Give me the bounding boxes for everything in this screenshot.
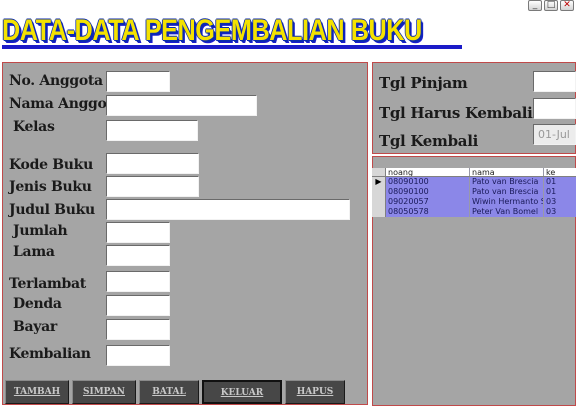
kode-buku-field[interactable] xyxy=(106,153,199,174)
grid-cell[interactable]: Wiwin Hermanto S xyxy=(470,197,544,207)
grid-header-ke[interactable]: ke xyxy=(544,168,576,176)
jumlah-field[interactable] xyxy=(106,222,170,243)
bayar-label: Bayar xyxy=(13,319,57,335)
kelas-field[interactable] xyxy=(106,120,198,141)
kelas-label: Kelas xyxy=(13,119,55,135)
grid-row[interactable]: 09020057 Wiwin Hermanto S 03 xyxy=(372,197,576,207)
jenis-buku-field[interactable] xyxy=(106,176,199,197)
grid-cell[interactable]: Pato van Brescia xyxy=(470,177,544,187)
row-selector[interactable] xyxy=(372,207,386,217)
grid-header-nama[interactable]: nama xyxy=(470,168,544,176)
grid-cell[interactable]: 01 xyxy=(544,187,576,197)
maximize-button[interactable]: □ xyxy=(544,0,558,11)
grid-row[interactable]: ▶ 08090100 Pato van Brescia 01 xyxy=(372,177,576,187)
grid-cell[interactable]: 08050578 xyxy=(386,207,470,217)
kembalian-label: Kembalian xyxy=(9,346,91,362)
terlambat-field[interactable] xyxy=(106,271,170,292)
tgl-pinjam-field[interactable] xyxy=(533,71,576,92)
grid-header-noang[interactable]: noang xyxy=(386,168,470,176)
grid-cell[interactable]: Pato van Brescia xyxy=(470,187,544,197)
jumlah-label: Jumlah xyxy=(13,223,68,239)
tgl-pinjam-label: Tgl Pinjam xyxy=(379,74,468,92)
close-button[interactable]: ✕ xyxy=(560,0,574,11)
grid-cell[interactable]: 08090100 xyxy=(386,177,470,187)
no-anggota-field[interactable] xyxy=(106,71,170,92)
grid-header-row: noang nama ke xyxy=(372,168,576,177)
nama-anggota-label: Nama Anggota xyxy=(9,96,122,112)
tgl-kembali-label: Tgl Kembali xyxy=(379,132,478,150)
denda-field[interactable] xyxy=(106,295,170,316)
grid-cell[interactable]: Peter Van Bomel xyxy=(470,207,544,217)
title-underline xyxy=(2,45,462,49)
grid-corner xyxy=(372,168,386,176)
row-selector[interactable] xyxy=(372,197,386,207)
judul-buku-field[interactable] xyxy=(106,199,350,220)
tambah-button[interactable]: TAMBAH xyxy=(5,380,69,404)
keluar-button[interactable]: KELUAR xyxy=(202,380,282,404)
page-title: DATA-DATA PENGEMBALIAN BUKU xyxy=(2,14,422,47)
grid-row[interactable]: 08090100 Pato van Brescia 01 xyxy=(372,187,576,197)
batal-button[interactable]: BATAL xyxy=(139,380,199,404)
grid-cell[interactable]: 01 xyxy=(544,177,576,187)
nama-anggota-field[interactable] xyxy=(106,95,257,116)
denda-label: Denda xyxy=(13,296,62,312)
tgl-kembali-field[interactable]: 01-Jul xyxy=(533,124,576,145)
judul-buku-label: Judul Buku xyxy=(9,202,95,218)
grid-cell[interactable]: 08090100 xyxy=(386,187,470,197)
simpan-button[interactable]: SIMPAN xyxy=(72,380,136,404)
lama-label: Lama xyxy=(13,244,55,260)
current-row-arrow-icon: ▶ xyxy=(372,177,386,187)
jenis-buku-label: Jenis Buku xyxy=(9,179,92,195)
no-anggota-label: No. Anggota xyxy=(9,73,103,89)
tgl-harus-kembali-field[interactable] xyxy=(533,98,576,119)
loan-data-grid[interactable]: noang nama ke ▶ 08090100 Pato van Bresci… xyxy=(372,168,576,220)
grid-cell[interactable]: 03 xyxy=(544,197,576,207)
grid-cell[interactable]: 09020057 xyxy=(386,197,470,207)
hapus-button[interactable]: HAPUS xyxy=(285,380,345,404)
bayar-field[interactable] xyxy=(106,319,170,340)
row-selector[interactable] xyxy=(372,187,386,197)
tgl-harus-kembali-label: Tgl Harus Kembali xyxy=(379,104,533,122)
kembalian-field[interactable] xyxy=(106,345,170,366)
grid-row[interactable]: 08050578 Peter Van Bomel 03 xyxy=(372,207,576,217)
grid-cell[interactable]: 03 xyxy=(544,207,576,217)
terlambat-label: Terlambat xyxy=(9,276,86,292)
kode-buku-label: Kode Buku xyxy=(9,157,93,173)
lama-field[interactable] xyxy=(106,245,170,266)
minimize-button[interactable]: _ xyxy=(528,0,542,11)
